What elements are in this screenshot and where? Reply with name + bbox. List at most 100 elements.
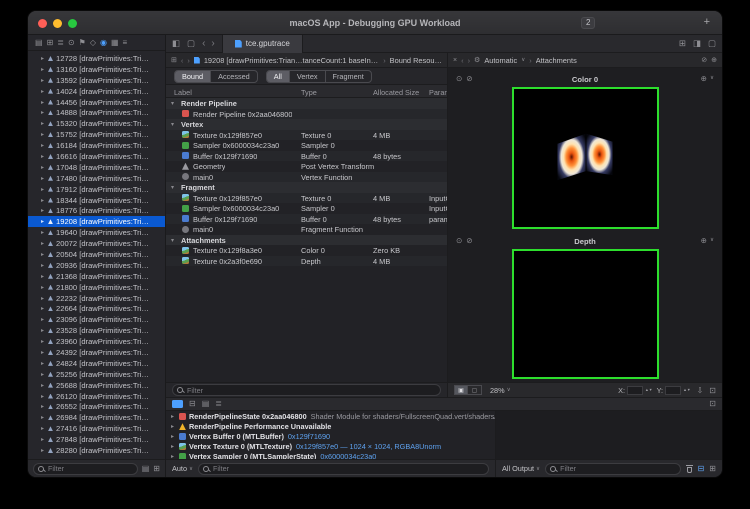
flatten-list-icon[interactable]: ▤ <box>142 464 150 473</box>
sidebar-item-drawcall[interactable]: ▸ 27848 [drawPrimitives:Tri… <box>28 434 165 445</box>
resource-group-row[interactable]: ▾ Render Pipeline <box>166 98 447 109</box>
sidebar-item-drawcall[interactable]: ▸ 26120 [drawPrimitives:Tri… <box>28 391 165 402</box>
sidebar-item-drawcall[interactable]: ▸ 22232 [drawPrimitives:Tri… <box>28 293 165 304</box>
debug-variable-row[interactable]: ▸ RenderPipelineState 0x2aa046800 Shader M… <box>166 412 495 422</box>
clear-console-icon[interactable] <box>685 464 693 473</box>
forward-icon[interactable]: › <box>187 56 189 65</box>
disclosure-icon[interactable]: ▸ <box>41 447 48 454</box>
sidebar-item-drawcall[interactable]: ▸ 25688 [drawPrimitives:Tri… <box>28 380 165 391</box>
settings-icon[interactable]: ⊕ <box>701 75 707 83</box>
breadcrumb-drawcall[interactable]: 19208 [drawPrimitives:Trian…tanceCount:1… <box>204 56 379 65</box>
reports-navigator-icon[interactable]: ≡ <box>123 38 128 47</box>
memory-view-icon[interactable]: ▤ <box>202 400 210 408</box>
disclosure-icon[interactable]: ▸ <box>41 153 48 160</box>
variables-scope-popup[interactable]: Auto ∨ <box>172 464 193 473</box>
sidebar-item-drawcall[interactable]: ▸ 22664 [drawPrimitives:Tri… <box>28 303 165 314</box>
grid-view-button[interactable]: ▣ <box>454 385 468 395</box>
tab-accessed[interactable]: Accessed <box>210 70 257 82</box>
disclosure-icon[interactable]: ▸ <box>41 120 48 127</box>
debug-area-toggle-icon[interactable] <box>172 400 183 408</box>
sidebar-item-drawcall[interactable]: ▸ 15752 [drawPrimitives:Tri… <box>28 129 165 140</box>
sidebar-item-drawcall[interactable]: ▸ 20936 [drawPrimitives:Tri… <box>28 260 165 271</box>
resource-row[interactable]: Texture 0x129f857e0 Texture 0 4 MB <box>166 129 447 140</box>
resource-row[interactable]: Render Pipeline 0x2aa046800 <box>166 108 447 119</box>
resource-row[interactable]: main0 Fragment Function <box>166 224 447 235</box>
sidebar-filter-input[interactable] <box>48 464 133 473</box>
related-items-icon[interactable]: ◧ <box>172 38 180 49</box>
disclosure-icon[interactable]: ▸ <box>41 305 48 312</box>
disclosure-icon[interactable]: ▸ <box>41 295 48 302</box>
resource-row[interactable]: Buffer 0x129f71690 Buffer 0 48 bytes <box>166 150 447 161</box>
depth-preview[interactable] <box>511 249 659 379</box>
column-label[interactable]: Label <box>174 88 192 97</box>
sidebar-item-drawcall[interactable]: ▸ 20072 [drawPrimitives:Tri… <box>28 238 165 249</box>
disclosure-icon[interactable]: ▸ <box>41 186 48 193</box>
forward-icon[interactable]: › <box>468 56 470 65</box>
disclosure-icon[interactable]: ▸ <box>41 240 48 247</box>
display-icon[interactable]: ⊡ <box>709 400 716 408</box>
debug-navigator-icon[interactable]: ◉ <box>100 38 107 47</box>
sidebar-item-drawcall[interactable]: ▸ 23960 [drawPrimitives:Tri… <box>28 336 165 347</box>
sidebar-item-drawcall[interactable]: ▸ 19640 [drawPrimitives:Tri… <box>28 227 165 238</box>
disclosure-icon[interactable]: ▸ <box>41 414 48 421</box>
resource-row[interactable]: Texture 0x2a3f0e690 Depth 4 MB <box>166 255 447 266</box>
group-by-icon[interactable]: ⊞ <box>153 464 160 473</box>
disclosure-icon[interactable]: ▸ <box>41 77 48 84</box>
stack-view-icon[interactable]: ≣ <box>215 400 222 408</box>
compare-icon[interactable]: ⊘ <box>466 75 472 83</box>
sidebar-item-drawcall[interactable]: ▸ 20504 [drawPrimitives:Tri… <box>28 249 165 260</box>
column-type[interactable]: Type <box>301 88 317 97</box>
related-icon[interactable]: ⊞ <box>171 56 177 64</box>
x-input[interactable] <box>627 385 644 395</box>
console-output-popup[interactable]: All Output ∨ <box>502 464 540 473</box>
disclosure-icon[interactable]: ▾ <box>171 237 174 244</box>
tab-bound[interactable]: Bound <box>175 70 211 82</box>
sidebar-item-drawcall[interactable]: ▸ 19208 [drawPrimitives:Tri… <box>28 216 165 228</box>
disclosure-icon[interactable]: ▾ <box>171 100 174 107</box>
breadcrumb-attachments[interactable]: Attachments <box>536 56 577 65</box>
resource-row[interactable]: Texture 0x129f8a3e0 Color 0 Zero KB <box>166 245 447 256</box>
sidebar-item-drawcall[interactable]: ▸ 24824 [drawPrimitives:Tri… <box>28 358 165 369</box>
inspect-pixel-icon[interactable]: ⊙ <box>456 237 462 245</box>
breakpoints-navigator-icon[interactable]: ▦ <box>111 38 119 47</box>
split-editor-icon[interactable]: ◨ <box>693 38 701 49</box>
disclosure-icon[interactable]: ▸ <box>41 393 48 400</box>
export-icon[interactable]: ⇩ <box>697 386 704 395</box>
close-assistant-icon[interactable]: × <box>453 57 457 64</box>
issues-badge[interactable]: 2 <box>581 17 596 29</box>
disclosure-icon[interactable]: ▸ <box>41 327 48 334</box>
sidebar-item-drawcall[interactable]: ▸ 13592 [drawPrimitives:Tri… <box>28 75 165 86</box>
debug-variable-row[interactable]: ▸ Vertex Sampler 0 (MTLSamplerState) 0x600… <box>166 451 495 459</box>
tab-all[interactable]: All <box>266 70 289 82</box>
disclosure-icon[interactable]: ▸ <box>41 197 48 204</box>
tests-navigator-icon[interactable]: ◇ <box>90 38 96 47</box>
disclosure-icon[interactable]: ▸ <box>41 338 48 345</box>
debug-variable-row[interactable]: ▸ Vertex Buffer 0 (MTLBuffer) 0x129f71690 <box>166 432 495 442</box>
disclosure-icon[interactable]: ▸ <box>171 413 179 420</box>
sidebar-item-drawcall[interactable]: ▸ 18776 [drawPrimitives:Tri… <box>28 205 165 216</box>
add-icon[interactable]: + <box>704 16 710 28</box>
project-navigator-icon[interactable]: ▤ <box>35 38 43 47</box>
sidebar-item-drawcall[interactable]: ▸ 17912 [drawPrimitives:Tri… <box>28 184 165 195</box>
disclosure-icon[interactable]: ▸ <box>41 88 48 95</box>
disclosure-icon[interactable]: ▸ <box>41 425 48 432</box>
back-icon[interactable]: ‹ <box>202 38 205 49</box>
sidebar-item-drawcall[interactable]: ▸ 17480 [drawPrimitives:Tri… <box>28 173 165 184</box>
sidebar-item-drawcall[interactable]: ▸ 12728 [drawPrimitives:Tri… <box>28 53 165 64</box>
resource-row[interactable]: main0 Vertex Function <box>166 171 447 182</box>
sidebar-item-drawcall[interactable]: ▸ 21800 [drawPrimitives:Tri… <box>28 282 165 293</box>
disclosure-icon[interactable]: ▸ <box>41 371 48 378</box>
resources-filter-field[interactable] <box>172 384 441 396</box>
sidebar-item-drawcall[interactable]: ▸ 14456 [drawPrimitives:Tri… <box>28 97 165 108</box>
color0-preview[interactable] <box>511 87 659 229</box>
issues-navigator-icon[interactable]: ⚑ <box>79 38 86 47</box>
compare-icon[interactable]: ⊘ <box>466 237 472 245</box>
y-input[interactable] <box>665 385 682 395</box>
disclosure-icon[interactable]: ▸ <box>41 403 48 410</box>
disclosure-icon[interactable]: ▸ <box>41 360 48 367</box>
variables-filter-input[interactable] <box>213 464 484 473</box>
titlebar[interactable]: macOS App - Debugging GPU Workload 2 + <box>28 11 722 35</box>
resource-row[interactable]: Geometry Post Vertex Transform <box>166 161 447 172</box>
breadcrumb-bound-resources[interactable]: Bound Resources <box>390 56 442 65</box>
forward-icon[interactable]: › <box>211 38 214 49</box>
